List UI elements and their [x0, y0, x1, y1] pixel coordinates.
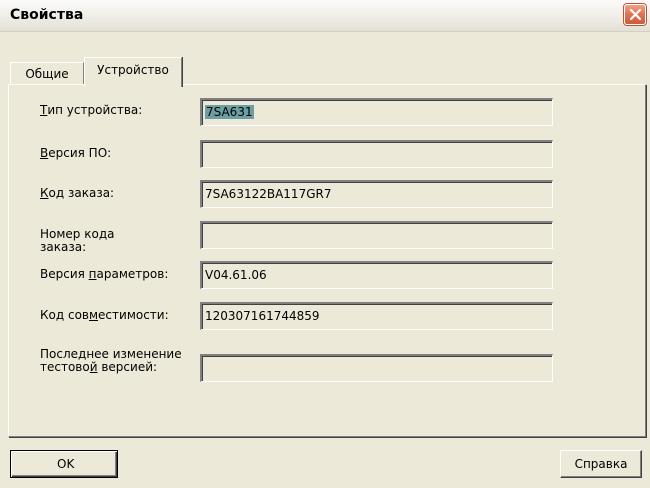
close-icon: [629, 8, 642, 21]
firmware-version-label: Версия ПО:: [40, 146, 112, 160]
device-type-field[interactable]: 7SA631: [200, 98, 553, 126]
compatibility-code-label: Код совместимости:: [40, 308, 169, 322]
parameter-version-value: V04.61.06: [205, 268, 267, 282]
properties-dialog: Свойства Общие Устройство Тип устройства…: [0, 0, 650, 488]
order-code-value: 7SA63122BA117GR7: [205, 187, 332, 201]
last-test-change-field[interactable]: [200, 354, 553, 382]
help-button[interactable]: Справка: [560, 450, 642, 478]
parameter-version-label: Версия параметров:: [40, 267, 169, 281]
ok-button[interactable]: OK: [10, 450, 118, 478]
order-code-field[interactable]: 7SA63122BA117GR7: [200, 180, 553, 208]
order-code-label: Код заказа:: [40, 186, 115, 200]
tab-device[interactable]: Устройство: [84, 57, 182, 87]
last-test-change-label: Последнее изменение тестовой версией:: [40, 347, 182, 374]
parameter-version-field[interactable]: V04.61.06: [200, 261, 553, 289]
close-button[interactable]: [624, 4, 646, 25]
window-title: Свойства: [10, 7, 84, 23]
compatibility-code-field[interactable]: 120307161744859: [200, 302, 553, 330]
device-type-label: Тип устройства:: [40, 103, 143, 117]
firmware-version-field[interactable]: [200, 140, 553, 168]
tab-general[interactable]: Общие: [10, 62, 84, 84]
tab-device-label: Устройство: [97, 63, 169, 77]
tab-general-label: Общие: [25, 67, 69, 81]
device-type-value: 7SA631: [205, 105, 254, 119]
order-code-number-field[interactable]: [200, 221, 553, 249]
compatibility-code-value: 120307161744859: [205, 309, 320, 323]
order-code-number-label: Номер кода заказа:: [40, 227, 115, 254]
title-bar[interactable]: Свойства: [0, 0, 650, 32]
